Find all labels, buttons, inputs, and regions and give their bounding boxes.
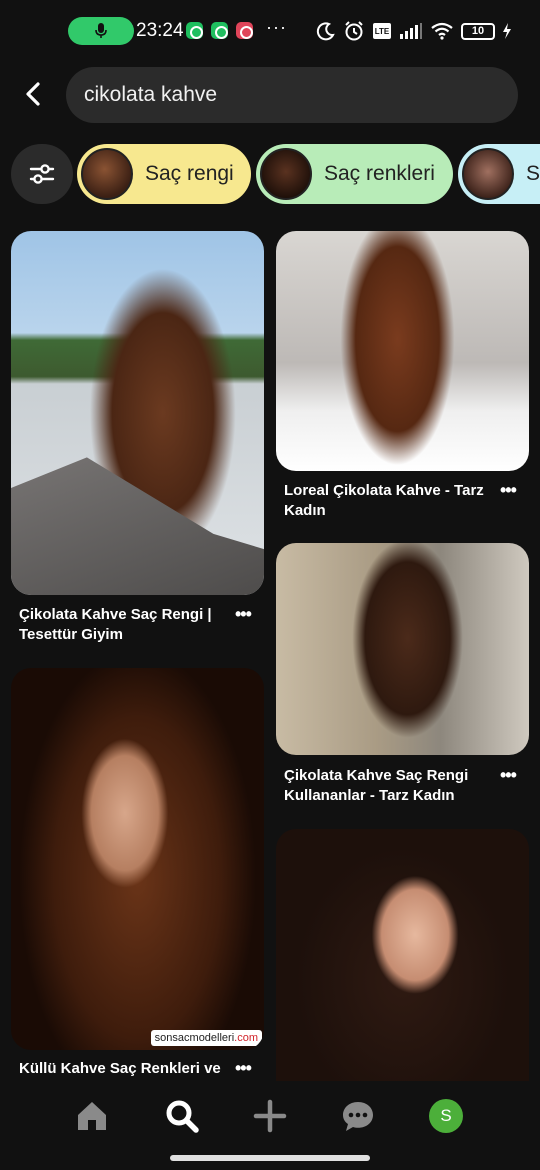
pin-image[interactable] xyxy=(276,543,529,755)
pin-image[interactable] xyxy=(276,231,529,471)
search-query: cikolata kahve xyxy=(84,83,218,106)
plus-icon xyxy=(253,1099,287,1133)
pinterest-notification-icon xyxy=(236,22,253,39)
status-time: 23:24 xyxy=(136,20,184,41)
chip-sac-rengi[interactable]: Saç rengi xyxy=(77,144,251,204)
wifi-icon xyxy=(431,22,453,40)
pin-more-options-button[interactable]: ••• xyxy=(500,480,524,500)
system-home-indicator[interactable] xyxy=(170,1155,370,1161)
pin-image[interactable] xyxy=(276,829,529,1081)
pin-image[interactable]: sonsacmodelleri.com xyxy=(11,668,264,1050)
system-icons: LTE 10 xyxy=(316,18,512,44)
whatsapp-notification-icon xyxy=(186,22,203,39)
chip-label: Sa xyxy=(526,162,540,185)
svg-text:LTE: LTE xyxy=(375,27,390,36)
chat-bubble-icon xyxy=(343,1102,373,1131)
nav-home-button[interactable] xyxy=(72,1096,112,1136)
mic-active-indicator[interactable] xyxy=(68,17,134,45)
watermark-text: sonsacmodelleri xyxy=(154,1032,235,1044)
nav-profile-button[interactable]: S xyxy=(426,1096,466,1136)
charging-bolt-icon xyxy=(503,23,511,39)
signal-strength-icon xyxy=(400,23,422,39)
more-notifications-icon: ··· xyxy=(266,17,287,37)
pin-more-options-button[interactable]: ••• xyxy=(500,765,524,785)
chip-thumbnail xyxy=(462,148,514,200)
nav-messages-button[interactable] xyxy=(338,1096,378,1136)
search-input[interactable]: cikolata kahve xyxy=(66,67,518,123)
nav-create-button[interactable] xyxy=(250,1096,290,1136)
filter-button[interactable] xyxy=(11,144,73,204)
chip-sac-renkleri[interactable]: Saç renkleri xyxy=(256,144,453,204)
filter-chips-row: Saç rengi Saç renkleri Sa xyxy=(0,144,540,206)
do-not-disturb-moon-icon xyxy=(316,22,335,41)
back-button[interactable] xyxy=(20,80,48,108)
pin-title[interactable]: Küllü Kahve Saç Renkleri ve xyxy=(19,1059,234,1079)
pin-title[interactable]: Çikolata Kahve Saç Rengi Kullananlar - T… xyxy=(284,766,499,806)
home-icon xyxy=(78,1102,106,1130)
pin-more-options-button[interactable]: ••• xyxy=(235,1058,259,1078)
chevron-left-icon xyxy=(26,82,40,106)
chip-partial[interactable]: Sa xyxy=(458,144,540,204)
pin-title[interactable]: Çikolata Kahve Saç Rengi | Tesettür Giyi… xyxy=(19,605,234,645)
status-bar: 23:24 ··· LTE 10 xyxy=(0,0,540,62)
whatsapp-notification-icon xyxy=(211,22,228,39)
sliders-icon xyxy=(29,164,55,184)
image-watermark: sonsacmodelleri.com xyxy=(150,1030,262,1046)
battery-indicator: 10 xyxy=(461,22,495,40)
search-icon xyxy=(166,1100,199,1133)
pin-image[interactable] xyxy=(11,231,264,595)
microphone-icon xyxy=(95,23,107,38)
chip-thumbnail xyxy=(81,148,133,200)
chip-label: Saç renkleri xyxy=(324,162,435,185)
pin-title[interactable]: Loreal Çikolata Kahve - Tarz Kadın xyxy=(284,481,499,521)
chip-thumbnail xyxy=(260,148,312,200)
nav-search-button[interactable] xyxy=(162,1096,202,1136)
pin-more-options-button[interactable]: ••• xyxy=(235,604,259,624)
volte-icon: LTE xyxy=(373,23,391,39)
avatar: S xyxy=(429,1099,463,1133)
alarm-clock-icon xyxy=(345,21,363,41)
chip-label: Saç rengi xyxy=(145,162,234,185)
watermark-domain: .com xyxy=(234,1032,258,1044)
